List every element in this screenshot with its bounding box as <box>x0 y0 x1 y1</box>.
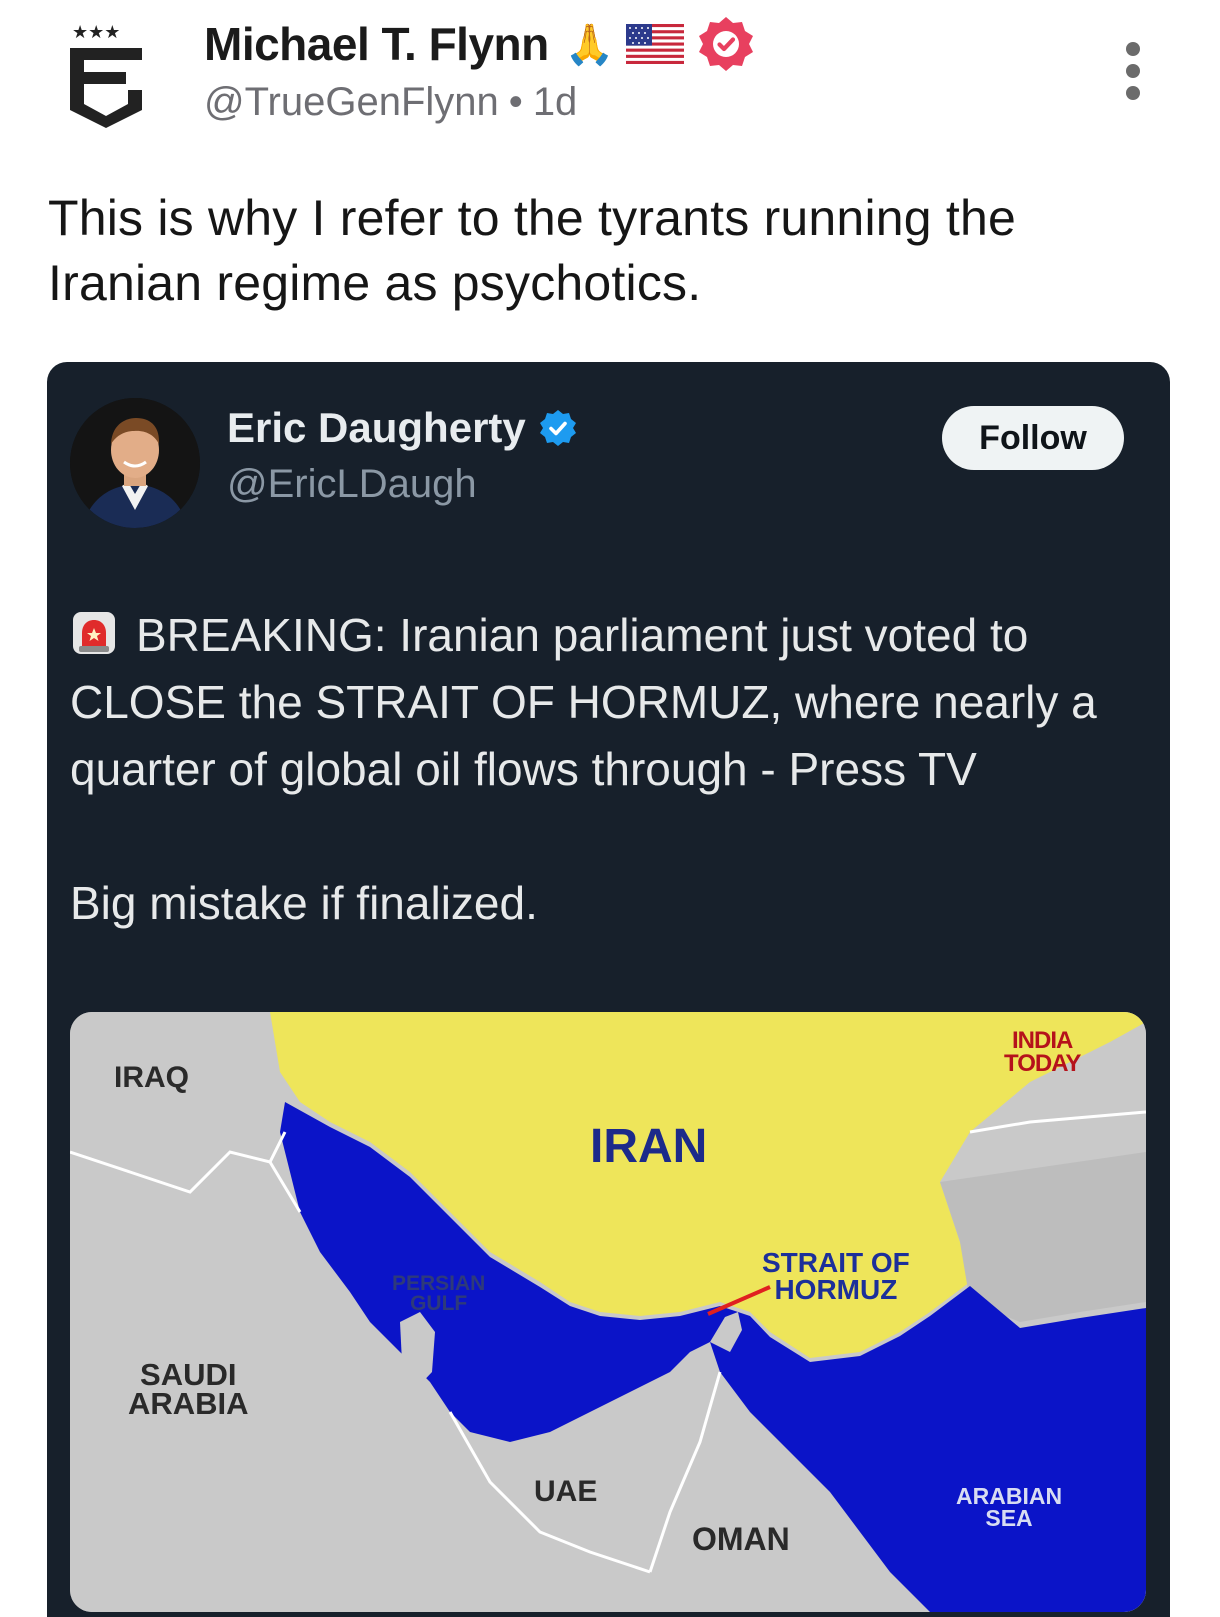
quoted-author-name[interactable]: Eric Daugherty <box>227 404 578 452</box>
strait-of-hormuz-map[interactable]: IRAQ IRAN PERSIAN GULF STRAIT OF HORMUZ … <box>70 1012 1146 1612</box>
follow-button[interactable]: Follow <box>942 406 1124 470</box>
map-label-strait-of-hormuz: STRAIT OF HORMUZ <box>762 1247 910 1305</box>
author-name-text[interactable]: Michael T. Flynn <box>204 17 549 71</box>
map-label-iran: IRAN <box>590 1120 708 1173</box>
map-label-persian-gulf: PERSIAN GULF <box>392 1272 486 1315</box>
map-label-persian: PERSIAN <box>392 1272 486 1295</box>
verified-badge-icon <box>696 14 756 74</box>
quoted-post-text: BREAKING: Iranian parliament just voted … <box>70 602 1150 1004</box>
quoted-author-handle[interactable]: @EricLDaugh <box>227 462 477 507</box>
svg-text:★★★: ★★★ <box>72 22 120 43</box>
meta-separator: • <box>508 80 523 124</box>
comment-text: Big mistake if finalized. <box>70 877 538 929</box>
map-label-sea: SEA <box>985 1504 1033 1531</box>
map-label-saudi-arabia: SAUDI ARABIA <box>128 1357 249 1422</box>
author-avatar[interactable]: ★★★ <box>48 12 164 128</box>
map-label-saudi: SAUDI <box>140 1357 237 1392</box>
more-options-icon[interactable] <box>1118 42 1148 100</box>
us-flag-icon <box>626 24 685 64</box>
breaking-news-text: BREAKING: Iranian parliament just voted … <box>70 609 1097 795</box>
quoted-author-name-text[interactable]: Eric Daugherty <box>227 404 526 452</box>
author-handle[interactable]: @TrueGenFlynn <box>204 80 499 124</box>
map-label-gulf: GULF <box>410 1291 468 1315</box>
india-today-logo: INDIA TODAY <box>1004 1029 1081 1077</box>
map-label-hormuz: HORMUZ <box>774 1273 898 1305</box>
siren-icon <box>70 609 118 657</box>
map-label-uae: UAE <box>534 1475 598 1508</box>
map-label-arabia: ARABIA <box>128 1386 249 1422</box>
quoted-author-avatar[interactable] <box>70 398 200 528</box>
verified-badge-icon <box>538 408 578 448</box>
map-label-iraq: IRAQ <box>114 1061 189 1094</box>
author-meta: @TrueGenFlynn • 1d <box>204 80 577 125</box>
map-label-arabian-sea: ARABIAN SEA <box>956 1485 1062 1531</box>
flynn-logo-icon: ★★★ <box>49 13 163 128</box>
map-label-strait-of: STRAIT OF <box>762 1247 910 1278</box>
post-text: This is why I refer to the tyrants runni… <box>48 190 1016 311</box>
map-label-oman: OMAN <box>692 1521 790 1557</box>
quoted-post-card[interactable]: Eric Daugherty @EricLDaugh Follow BREAKI… <box>47 362 1170 1617</box>
author-name[interactable]: Michael T. Flynn 🙏 <box>204 14 756 74</box>
logo-text-today: TODAY <box>1004 1049 1081 1077</box>
praying-hands-icon: 🙏 <box>564 21 615 68</box>
post-timestamp[interactable]: 1d <box>533 80 578 124</box>
